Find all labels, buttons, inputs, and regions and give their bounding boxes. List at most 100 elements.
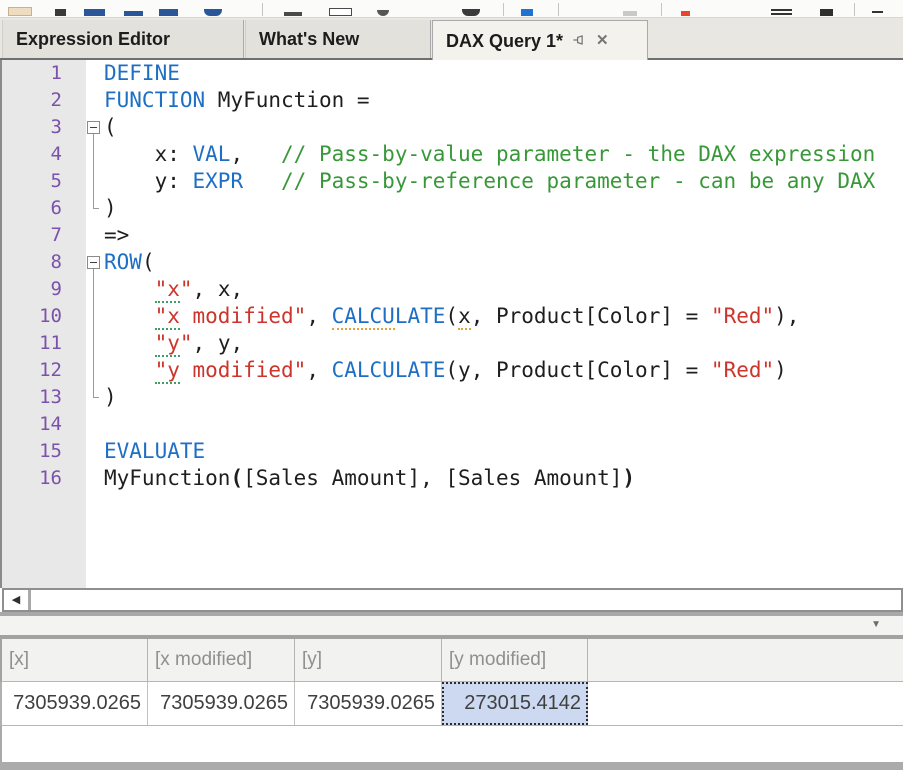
output-icon-fragment[interactable] — [159, 9, 178, 16]
result-cell-3[interactable]: 7305939.0265 — [295, 682, 442, 725]
scroll-left-button[interactable]: ◀ — [4, 590, 31, 610]
collapse-box-icon[interactable] — [87, 256, 100, 269]
tab-expression-editor[interactable]: Expression Editor — [2, 20, 244, 58]
toolbar-separator — [558, 3, 559, 16]
code-token: "Red" — [711, 358, 774, 382]
code-line-4[interactable]: 4 x: VAL, // Pass-by-value parameter - t… — [2, 141, 903, 168]
result-cell-2[interactable]: 7305939.0265 — [148, 682, 295, 725]
paste-icon-fragment[interactable] — [55, 9, 66, 16]
code-line-1[interactable]: 1DEFINE — [2, 60, 903, 87]
undo-icon-fragment[interactable] — [284, 12, 302, 16]
bottom-strip — [0, 762, 903, 770]
code-lines: 1DEFINE2FUNCTION MyFunction =3(4 x: VAL,… — [2, 60, 903, 492]
code-token: x — [458, 304, 471, 330]
run-icon-fragment[interactable] — [84, 9, 105, 16]
line-number: 12 — [2, 357, 86, 384]
line-number: 11 — [2, 330, 86, 357]
code-token: CALCU — [332, 304, 395, 330]
code-text: ) — [104, 384, 117, 411]
tab-dax-query-1[interactable]: DAX Query 1* ✕ — [432, 20, 648, 60]
code-line-13[interactable]: 13) — [2, 384, 903, 411]
code-token: "x — [155, 304, 180, 330]
code-line-5[interactable]: 5 y: EXPR // Pass-by-reference parameter… — [2, 168, 903, 195]
window-icon-fragment[interactable] — [329, 8, 352, 16]
code-token: ) — [104, 196, 117, 220]
tab-label: Expression Editor — [16, 29, 170, 49]
fold-margin — [86, 411, 104, 438]
line-number: 13 — [2, 384, 86, 411]
code-token: , x, — [193, 277, 244, 301]
line-number: 8 — [2, 249, 86, 276]
red-icon-fragment[interactable] — [681, 11, 690, 16]
code-token: // Pass-by-value parameter - the DAX exp… — [281, 142, 875, 166]
code-token: ( — [142, 250, 155, 274]
code-text: x: VAL, // Pass-by-value parameter - the… — [104, 141, 875, 168]
fold-marker-mid — [86, 357, 104, 384]
line-number: 14 — [2, 411, 86, 438]
fold-marker-mid — [86, 276, 104, 303]
toolbar-separator — [262, 3, 263, 16]
collapse-box-icon[interactable] — [87, 121, 100, 134]
code-line-8[interactable]: 8 ROW( — [2, 249, 903, 276]
code-token: ) — [774, 358, 787, 382]
code-line-10[interactable]: 10 "x modified", CALCULATE(x, Product[Co… — [2, 303, 903, 330]
tab-whats-new[interactable]: What's New — [245, 20, 431, 58]
format-icon-fragment[interactable] — [462, 9, 480, 16]
search-icon-fragment[interactable] — [521, 9, 533, 16]
fold-line-end — [94, 208, 99, 209]
code-line-7[interactable]: 7=> — [2, 222, 903, 249]
column-header-3[interactable]: [y] — [295, 639, 442, 681]
code-token: EVALUATE — [104, 439, 205, 463]
fold-line — [93, 302, 94, 331]
code-line-16[interactable]: 16MyFunction([Sales Amount], [Sales Amou… — [2, 465, 903, 492]
code-line-15[interactable]: 15EVALUATE — [2, 438, 903, 465]
tab-label: What's New — [259, 29, 359, 49]
code-token — [243, 169, 281, 193]
code-token — [104, 331, 155, 355]
code-text: ROW( — [104, 249, 155, 276]
code-token: ( — [445, 304, 458, 328]
gray-icon-fragment[interactable] — [623, 11, 637, 16]
code-line-6[interactable]: 6) — [2, 195, 903, 222]
code-token: MyFunction — [104, 466, 230, 490]
dropdown-arrow-icon[interactable]: ▼ — [871, 619, 881, 631]
fold-marker-mid — [86, 168, 104, 195]
fold-line — [93, 194, 94, 209]
connect-icon-fragment[interactable] — [204, 9, 222, 16]
column-header-4[interactable]: [y modified] — [442, 639, 588, 681]
result-cell-4[interactable]: 273015.4142 — [442, 682, 588, 725]
clock-icon-fragment[interactable] — [377, 10, 389, 16]
list-icon-fragment[interactable] — [771, 9, 792, 11]
code-line-9[interactable]: 9 "x", x, — [2, 276, 903, 303]
result-cell-1[interactable]: 7305939.0265 — [2, 682, 148, 725]
code-line-11[interactable]: 11 "y", y, — [2, 330, 903, 357]
fold-marker-mid — [86, 303, 104, 330]
fold-margin — [86, 465, 104, 492]
code-line-12[interactable]: 12 "y modified", CALCULATE(y, Product[Co… — [2, 357, 903, 384]
query-editor[interactable]: 1DEFINE2FUNCTION MyFunction =3(4 x: VAL,… — [0, 60, 903, 588]
close-icon[interactable]: ✕ — [596, 33, 609, 48]
code-token: ), — [774, 304, 799, 328]
code-text: FUNCTION MyFunction = — [104, 87, 370, 114]
fold-marker-start[interactable] — [86, 249, 104, 276]
pin-icon[interactable] — [572, 32, 587, 50]
fold-marker-start[interactable] — [86, 114, 104, 141]
horizontal-scrollbar[interactable]: ◀ — [2, 588, 903, 612]
column-header-1[interactable]: [x] — [2, 639, 148, 681]
code-line-14[interactable]: 14 — [2, 411, 903, 438]
column-header-2[interactable]: [x modified] — [148, 639, 295, 681]
theme-icon-fragment[interactable] — [820, 9, 833, 16]
code-token: ROW — [104, 250, 142, 274]
code-line-2[interactable]: 2FUNCTION MyFunction = — [2, 87, 903, 114]
code-token: ( — [104, 115, 117, 139]
list-icon-fragment[interactable] — [771, 13, 792, 15]
line-number: 6 — [2, 195, 86, 222]
code-token — [104, 304, 155, 328]
code-token: , — [306, 304, 331, 328]
cancel-icon-fragment[interactable] — [124, 11, 143, 16]
minus-icon-fragment[interactable] — [872, 11, 883, 13]
folder-icon-fragment[interactable] — [8, 7, 32, 16]
fold-marker-end — [86, 195, 104, 222]
code-token: DEFINE — [104, 61, 180, 85]
code-line-3[interactable]: 3( — [2, 114, 903, 141]
